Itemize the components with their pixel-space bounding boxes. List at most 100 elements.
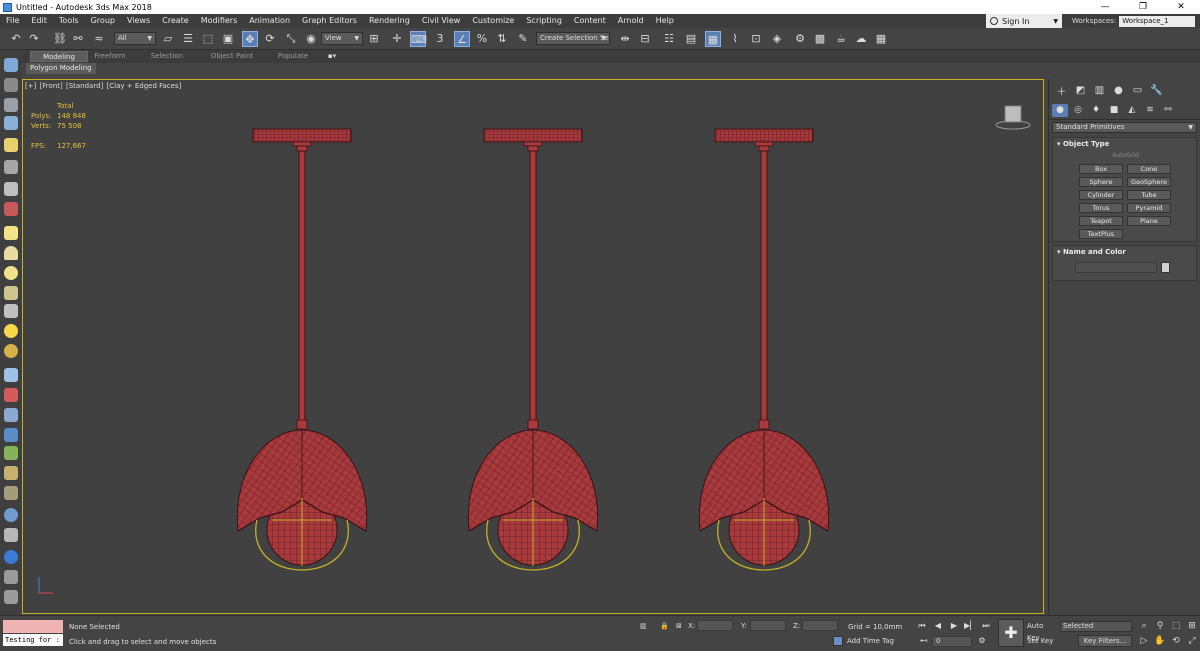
menu-civil-view[interactable]: Civil View: [416, 14, 467, 28]
object-name-field[interactable]: [1075, 262, 1157, 273]
create-tab-icon[interactable]: ＋: [1052, 83, 1071, 98]
z-coord-field[interactable]: [802, 620, 838, 631]
spinner-snap-icon[interactable]: ⇅: [494, 31, 510, 47]
set-key-button[interactable]: Set Key: [1027, 635, 1057, 647]
tab-freeform[interactable]: Freeform: [88, 51, 132, 62]
menu-graph-editors[interactable]: Graph Editors: [296, 14, 363, 28]
maximize-viewport-icon[interactable]: ⤢: [1186, 635, 1198, 647]
menu-edit[interactable]: Edit: [25, 14, 53, 28]
render-production-icon[interactable]: ☕: [833, 31, 849, 47]
link-icon[interactable]: ⛓: [52, 31, 68, 47]
menu-views[interactable]: Views: [121, 14, 156, 28]
systems-icon[interactable]: ⚯: [1160, 104, 1176, 117]
pivot-center-icon[interactable]: ⊞: [366, 31, 382, 47]
material-editor-icon[interactable]: ◈: [769, 31, 785, 47]
mirror-icon[interactable]: ⇹: [617, 31, 633, 47]
sphere-button[interactable]: Sphere: [1079, 177, 1123, 187]
render-setup-icon[interactable]: ⚙: [792, 31, 808, 47]
geosphere-button[interactable]: GeoSphere: [1127, 177, 1171, 187]
lights-icon[interactable]: ♦: [1088, 104, 1104, 117]
snaps-toggle-icon[interactable]: 3: [432, 31, 448, 47]
manipulate-icon[interactable]: ✛: [389, 31, 405, 47]
field-of-view-icon[interactable]: ▷: [1138, 635, 1150, 647]
modify-tab-icon[interactable]: ◩: [1071, 85, 1090, 96]
angle-snap-icon[interactable]: ∠: [454, 31, 470, 47]
create-selection-set-dropdown[interactable]: Create Selection Se ▼: [536, 32, 610, 45]
compound-icon[interactable]: [4, 202, 18, 216]
menu-help[interactable]: Help: [650, 14, 680, 28]
menu-tools[interactable]: Tools: [53, 14, 85, 28]
transform-icon[interactable]: [4, 408, 18, 422]
tab-modeling[interactable]: Modeling: [30, 51, 88, 62]
dome-icon[interactable]: [4, 246, 18, 260]
pendant-lamp-left[interactable]: [236, 128, 368, 571]
placement-icon[interactable]: ◉: [303, 31, 319, 47]
object-type-header[interactable]: ▾ Object Type: [1053, 138, 1196, 150]
curve-editor-icon[interactable]: ⌇: [727, 31, 743, 47]
pyramid-button[interactable]: Pyramid: [1127, 203, 1171, 213]
cloth-icon[interactable]: [4, 486, 18, 500]
shape-icon[interactable]: [4, 182, 18, 196]
window-crossing-icon[interactable]: ▣: [220, 31, 236, 47]
maxscript-listener-output[interactable]: [3, 620, 63, 633]
menu-scripting[interactable]: Scripting: [520, 14, 568, 28]
geometry-icon[interactable]: ●: [1052, 103, 1068, 117]
menu-group[interactable]: Group: [85, 14, 121, 28]
undo-icon[interactable]: ↶: [8, 31, 24, 47]
close-button[interactable]: ✕: [1162, 0, 1200, 14]
minimize-button[interactable]: —: [1086, 0, 1124, 14]
ribbon-panel-polygon-modeling[interactable]: Polygon Modeling: [26, 63, 96, 74]
light-icon[interactable]: [4, 138, 18, 152]
play-icon[interactable]: ▶: [948, 620, 960, 632]
menu-modifiers[interactable]: Modifiers: [195, 14, 244, 28]
menu-customize[interactable]: Customize: [466, 14, 520, 28]
viewport-front[interactable]: [+] [Front] [Standard] [Clay + Edged Fac…: [22, 79, 1044, 614]
selection-lock-icon[interactable]: 🔒: [660, 622, 669, 630]
unlink-icon[interactable]: ⚯: [70, 31, 86, 47]
object-color-swatch[interactable]: [1161, 262, 1170, 273]
zoom-extents-all-icon[interactable]: ⊞: [1186, 620, 1198, 632]
edit-named-selection-icon[interactable]: ✎: [515, 31, 531, 47]
percent-snap-icon[interactable]: %: [474, 31, 490, 47]
tab-populate[interactable]: Populate: [272, 51, 314, 62]
explorer-icon[interactable]: [4, 78, 18, 92]
pendant-lamp-center[interactable]: [467, 128, 599, 571]
y-coord-field[interactable]: [750, 620, 786, 631]
pan-icon[interactable]: ✋: [1154, 635, 1166, 647]
rect-selection-icon[interactable]: ⬚: [200, 31, 216, 47]
sky-icon[interactable]: [4, 344, 18, 358]
helpers-icon[interactable]: ◭: [1124, 104, 1140, 117]
select-by-name-icon[interactable]: ☰: [180, 31, 196, 47]
sun-icon[interactable]: [4, 324, 18, 338]
absolute-mode-icon[interactable]: ⊠: [676, 622, 682, 630]
torus-icon[interactable]: [4, 286, 18, 300]
sphere-icon[interactable]: [4, 508, 18, 522]
scene-explorer-icon[interactable]: ☷: [661, 31, 677, 47]
tab-object-paint[interactable]: Object Paint: [202, 51, 262, 62]
go-to-end-icon[interactable]: ⏭: [980, 620, 992, 632]
menu-arnold[interactable]: Arnold: [612, 14, 650, 28]
link-tool-icon[interactable]: [4, 160, 18, 174]
tab-selection[interactable]: Selection: [142, 51, 192, 62]
redo-icon[interactable]: ↷: [26, 31, 42, 47]
plane-button[interactable]: Plane: [1127, 216, 1171, 226]
render-in-cloud-icon[interactable]: ▦: [873, 31, 889, 47]
cylinder-button[interactable]: Cylinder: [1079, 190, 1123, 200]
key-selection-dropdown[interactable]: Selected: [1060, 621, 1132, 632]
settings-icon[interactable]: [4, 590, 18, 604]
zoom-icon[interactable]: ⌕: [1138, 620, 1150, 632]
document-icon[interactable]: [4, 570, 18, 584]
create-panel-icon[interactable]: [4, 58, 18, 72]
list-icon[interactable]: [4, 98, 18, 112]
rendered-frame-window-icon[interactable]: ▩: [812, 31, 828, 47]
orbit-icon[interactable]: ⟲: [1170, 635, 1182, 647]
pin-icon[interactable]: [4, 388, 18, 402]
toggle-ribbon-icon[interactable]: ▦: [705, 31, 721, 47]
menu-file[interactable]: File: [0, 14, 25, 28]
grid-array-icon[interactable]: [4, 368, 18, 382]
teapot-button[interactable]: Teapot: [1079, 216, 1123, 226]
motion-tab-icon[interactable]: ●: [1109, 85, 1128, 96]
autogrid-checkbox[interactable]: AutoGrid: [1053, 152, 1198, 159]
utilities-tab-icon[interactable]: 🔧: [1147, 85, 1166, 96]
key-mode-icon[interactable]: ⊷: [918, 635, 930, 647]
